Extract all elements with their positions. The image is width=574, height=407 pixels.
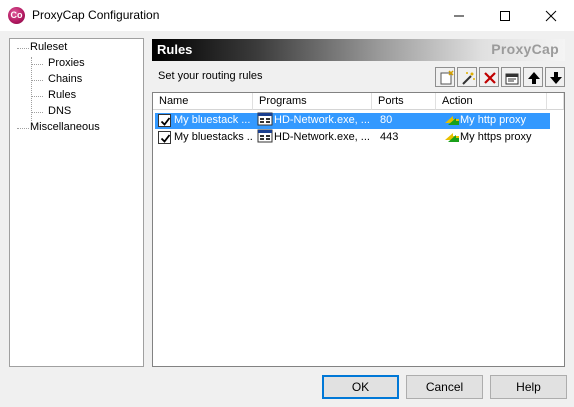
wizard-icon <box>462 72 475 85</box>
program-icon <box>257 129 273 143</box>
program-icon <box>257 112 273 126</box>
ok-button[interactable]: OK <box>322 375 399 399</box>
rules-list[interactable]: Name Programs Ports Action My bluestack … <box>152 92 565 367</box>
checkmark-icon <box>160 134 171 143</box>
rule-programs: HD-Network.exe, ... <box>274 114 370 126</box>
rule-enabled-checkbox[interactable] <box>158 131 171 144</box>
window-title: ProxyCap Configuration <box>32 8 160 22</box>
rule-ports: 80 <box>380 114 393 126</box>
cancel-button[interactable]: Cancel <box>406 375 483 399</box>
tree-connector <box>31 80 43 81</box>
help-button[interactable]: Help <box>490 375 567 399</box>
rule-name: My bluestack ... <box>174 114 251 126</box>
tree-item-dns[interactable]: DNS <box>48 105 71 117</box>
wizard-button[interactable] <box>457 67 477 87</box>
rule-programs: HD-Network.exe, ... <box>274 131 370 143</box>
maximize-icon <box>500 11 510 21</box>
checkmark-icon <box>160 117 171 126</box>
close-button[interactable] <box>528 0 574 31</box>
rule-ports: 443 <box>380 131 399 143</box>
tree-item-ruleset[interactable]: Ruleset <box>30 41 67 53</box>
maximize-button[interactable] <box>482 0 528 31</box>
close-icon <box>545 10 557 22</box>
panel-banner: Rules ProxyCap <box>152 39 565 61</box>
tree-connector <box>31 112 43 113</box>
redirect-action-icon <box>445 133 459 142</box>
tree-connector <box>17 128 29 129</box>
move-up-button[interactable] <box>523 67 543 87</box>
column-header-programs[interactable]: Programs <box>253 93 372 110</box>
table-row[interactable]: My bluestacks ... HD-Network.exe, ... 44… <box>155 129 550 146</box>
rule-name: My bluestacks ... <box>174 131 253 143</box>
rule-action: My http proxy <box>460 114 527 126</box>
column-header-name[interactable]: Name <box>153 93 253 110</box>
app-icon: Co <box>8 7 25 24</box>
tree-item-proxies[interactable]: Proxies <box>48 57 85 69</box>
column-header-ports[interactable]: Ports <box>372 93 436 110</box>
tree-item-rules[interactable]: Rules <box>48 89 76 101</box>
navigation-tree: Ruleset Proxies Chains Rules DNS Miscell… <box>9 38 144 367</box>
new-rule-icon <box>440 70 454 85</box>
delete-button[interactable] <box>479 67 499 87</box>
properties-icon <box>505 73 519 85</box>
tree-item-miscellaneous[interactable]: Miscellaneous <box>30 121 100 133</box>
panel-title: Rules <box>157 42 193 57</box>
tree-connector <box>31 64 43 65</box>
tree-connector <box>31 96 43 97</box>
move-down-icon <box>550 72 562 84</box>
column-header-action[interactable]: Action <box>436 93 547 110</box>
move-down-button[interactable] <box>545 67 565 87</box>
delete-icon <box>484 72 496 84</box>
properties-button[interactable] <box>501 67 521 87</box>
title-bar: Co ProxyCap Configuration <box>0 0 574 31</box>
tree-item-chains[interactable]: Chains <box>48 73 82 85</box>
tree-connector <box>17 48 29 49</box>
minimize-button[interactable] <box>436 0 482 31</box>
panel-subheader: Set your routing rules <box>152 64 565 90</box>
panel-subtitle: Set your routing rules <box>158 70 263 82</box>
rule-action: My https proxy <box>460 131 532 143</box>
rule-enabled-checkbox[interactable] <box>158 114 171 127</box>
redirect-action-icon <box>445 116 459 125</box>
move-up-icon <box>528 72 540 84</box>
minimize-icon <box>454 15 464 17</box>
table-row[interactable]: My bluestack ... HD-Network.exe, ... 80 … <box>155 112 550 129</box>
column-header-filler <box>547 93 564 110</box>
brand-logo: ProxyCap <box>491 41 559 57</box>
new-rule-button[interactable] <box>435 67 455 87</box>
